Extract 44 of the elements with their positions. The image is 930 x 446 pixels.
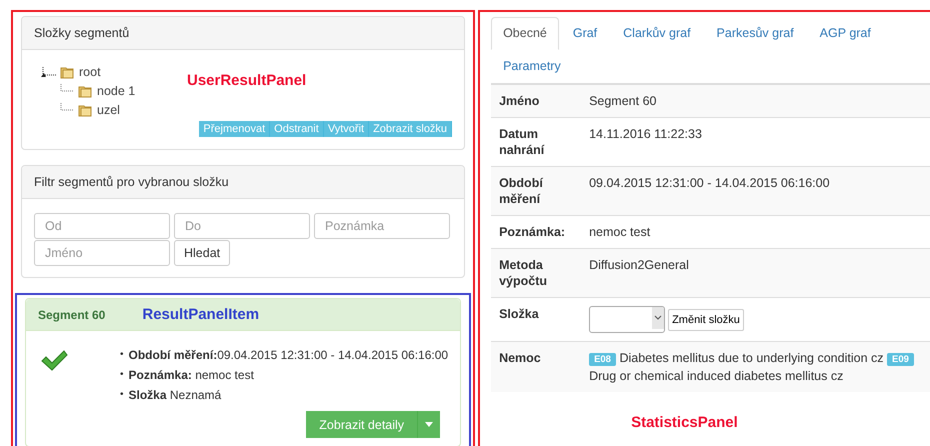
row-value: Segment 60 [589,94,656,108]
annotation-label: StatisticsPanel [631,414,739,431]
annotation-label: ResultPanelItem [142,306,260,323]
row-value: 14.11.2016 11:22:33 [589,127,702,141]
bullet-mark: • [120,368,124,382]
disease-text: Diabetes mellitus due to underlying condition cz [619,351,884,365]
row-label: Složka [498,306,540,323]
tab[interactable]: Graf [560,17,610,50]
input-field[interactable]: Poznámka [314,213,450,239]
row-value: Diffusion2General [589,258,689,272]
row-label: Období měření [498,175,544,207]
bullet-mark: • [120,348,124,362]
code-badge: E08 [589,353,616,366]
tree-item[interactable]: uzel [97,102,120,116]
detail-item: Složka Neznamá [128,387,222,404]
row-label: Jméno [498,93,540,109]
change-folder-button[interactable]: Změnit složku [668,308,744,330]
tab[interactable]: Parkesův graf [704,17,806,50]
input-field[interactable]: Od [34,213,170,239]
input-field[interactable]: Jméno [34,240,170,266]
annotation-label: UserResultPanel [187,72,306,89]
panel-title: Filtr segmentů pro vybranou složku [22,166,464,199]
code-badge: E09 [886,353,914,366]
tab[interactable]: Parametry [491,50,573,83]
input-field[interactable]: Do [174,213,310,239]
row-label: Nemoc [498,350,542,367]
row-label: Poznámka: [498,224,566,240]
row-label: Metoda výpočtu [498,257,548,289]
detail-item: Poznámka: nemoc test [128,367,254,384]
panel-title: Složky segmentů [22,17,464,50]
tab[interactable]: AGP graf [808,17,883,50]
tab[interactable]: Clarkův graf [611,17,703,50]
tab[interactable]: Obecné [491,17,559,50]
row-value: nemoc test [589,225,650,239]
show-details-button[interactable]: Zobrazit detaily [306,411,418,438]
search-button[interactable]: Hledat [174,240,230,266]
row-value: 09.04.2015 12:31:00 - 14.04.2015 06:16:00 [589,176,830,190]
tree-item[interactable]: root [79,64,101,78]
disease-text: Drug or chemical induced diabetes mellitus cz [589,369,844,383]
bullet-mark: • [120,388,124,402]
row-label: Datum nahrání [498,126,546,158]
detail-item: Období měření:09.04.2015 12:31:00 - 14.04.2015 06:16:00 [128,347,448,364]
segment-title: Segment 60 [38,308,106,322]
tree-item[interactable]: node 1 [97,84,136,98]
